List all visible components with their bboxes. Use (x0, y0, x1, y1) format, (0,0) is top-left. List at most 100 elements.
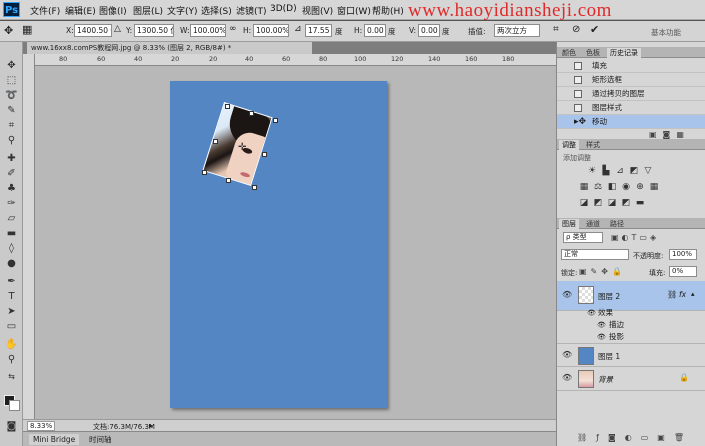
transform-handle[interactable] (226, 178, 231, 183)
history-item-selected[interactable]: ▸✥ 移动 (557, 115, 705, 129)
fx-badge[interactable]: fx (679, 290, 686, 299)
menu-type[interactable]: 文字(Y) (167, 4, 198, 17)
document-canvas[interactable] (170, 81, 387, 408)
swap-colors-icon[interactable]: ⇆ (4, 370, 19, 383)
visibility-eye-icon[interactable]: 👁 (562, 350, 572, 359)
clone-stamp-tool-icon[interactable]: ♣ (4, 182, 19, 195)
tab-history[interactable]: 历史记录 (607, 48, 641, 58)
layer-row[interactable]: 👁 图层 1 (557, 343, 705, 367)
expand-effects-icon[interactable]: ▴ (691, 290, 695, 298)
quick-select-tool-icon[interactable]: ✎ (4, 104, 19, 117)
interpolation-select[interactable]: 两次立方 (494, 24, 540, 37)
history-item[interactable]: 通过拷贝的图层 (557, 87, 705, 101)
brush-tool-icon[interactable]: ✐ (4, 167, 19, 180)
effect-eye-icon[interactable]: 👁 (597, 319, 606, 331)
effects-row[interactable]: 👁 效果 (557, 307, 705, 319)
lasso-tool-icon[interactable]: ➰ (4, 89, 19, 102)
channel-mixer-icon[interactable]: ⊕ (635, 183, 645, 192)
eyedropper-tool-icon[interactable]: ⚲ (4, 134, 19, 147)
curves-icon[interactable]: ⊿ (615, 167, 625, 176)
crop-tool-icon[interactable]: ⌗ (4, 119, 19, 132)
tab-adjustments[interactable]: 调整 (559, 140, 579, 150)
transform-handle[interactable] (262, 152, 267, 157)
angle-input[interactable]: 17.55 (305, 24, 332, 37)
path-select-tool-icon[interactable]: ➤ (4, 305, 19, 318)
healing-brush-tool-icon[interactable]: ✚ (4, 152, 19, 165)
transform-handle[interactable] (202, 170, 207, 175)
layer-name[interactable]: 图层 1 (598, 351, 620, 362)
x-input[interactable]: 1400.50 像 (74, 24, 112, 37)
layers-footer-icons[interactable]: ⛓ƒ◙◐▭▣🗑 (577, 433, 693, 442)
effect-shadow-row[interactable]: 👁 投影 (557, 331, 705, 343)
workspace-switcher[interactable]: 基本功能 (651, 27, 681, 38)
history-footer-icons[interactable]: ▣◙▦ (649, 130, 690, 139)
layer-filter-select[interactable]: ρ 类型 (563, 232, 603, 243)
transform-handle[interactable] (213, 139, 218, 144)
menu-3d[interactable]: 3D(D) (270, 4, 297, 14)
reference-point-icon[interactable]: ▦ (22, 23, 32, 36)
gradient-tool-icon[interactable]: ▬ (4, 227, 19, 240)
menu-view[interactable]: 视图(V) (302, 4, 333, 17)
history-brush-tool-icon[interactable]: ✑ (4, 197, 19, 210)
gradient-map-icon[interactable]: ▬ (635, 199, 645, 208)
tab-mini-bridge[interactable]: Mini Bridge (29, 434, 80, 445)
w-input[interactable]: 100.00% (190, 24, 226, 37)
transform-handle[interactable] (252, 185, 257, 190)
effect-eye-icon[interactable]: 👁 (597, 331, 606, 343)
menu-filter[interactable]: 滤镜(T) (236, 4, 267, 17)
vskew-input[interactable]: 0.00 (418, 24, 440, 37)
hand-tool-icon[interactable]: ✋ (4, 338, 19, 351)
menu-help[interactable]: 帮助(H) (372, 4, 404, 17)
tab-styles[interactable]: 样式 (583, 140, 603, 150)
marquee-tool-icon[interactable]: ⬚ (4, 74, 19, 87)
type-tool-icon[interactable]: T (4, 290, 19, 303)
cancel-transform-icon[interactable]: ⊘ (572, 24, 580, 35)
dodge-tool-icon[interactable]: ● (4, 257, 19, 270)
y-input[interactable]: 1300.50 像 (134, 24, 174, 37)
brightness-icon[interactable]: ☀ (587, 167, 597, 176)
zoom-tool-icon[interactable]: ⚲ (4, 353, 19, 366)
commit-transform-icon[interactable]: ✔ (590, 23, 599, 36)
menu-layer[interactable]: 图层(L) (133, 4, 163, 17)
link-icon[interactable]: ∞ (229, 24, 237, 34)
transform-handle[interactable] (273, 118, 278, 123)
fill-input[interactable]: 0% (669, 266, 697, 277)
layer-filter-icons[interactable]: ▣◐T▭◈ (611, 233, 659, 242)
lock-icons[interactable]: ▣✎✥🔒 (579, 267, 626, 276)
balance-icon[interactable]: ⚖ (593, 183, 603, 192)
opacity-input[interactable]: 100% (669, 249, 697, 260)
color-lookup-icon[interactable]: ▦ (649, 183, 659, 192)
menu-select[interactable]: 选择(S) (201, 4, 232, 17)
visibility-eye-icon[interactable]: 👁 (562, 373, 572, 382)
vibrance-icon[interactable]: ▽ (643, 167, 653, 176)
tab-layers[interactable]: 图层 (559, 219, 579, 229)
menu-window[interactable]: 窗口(W) (337, 4, 371, 17)
exposure-icon[interactable]: ◩ (629, 167, 639, 176)
photo-filter-icon[interactable]: ◉ (621, 183, 631, 192)
history-item[interactable]: 图层样式 (557, 101, 705, 115)
transform-handle[interactable] (225, 104, 230, 109)
visibility-eye-icon[interactable]: 👁 (562, 290, 572, 299)
effect-stroke-row[interactable]: 👁 描边 (557, 319, 705, 331)
tab-swatches[interactable]: 色板 (583, 48, 603, 58)
menu-edit[interactable]: 编辑(E) (65, 4, 96, 17)
tab-paths[interactable]: 路径 (607, 219, 627, 229)
warp-icon[interactable]: ⌗ (553, 24, 559, 35)
transform-handle[interactable] (249, 111, 254, 116)
layer-row[interactable]: 👁 背景 🔒 (557, 367, 705, 391)
hskew-input[interactable]: 0.00 (364, 24, 386, 37)
delta-icon[interactable]: △ (114, 24, 121, 34)
menu-image[interactable]: 图像(I) (99, 4, 127, 17)
history-item[interactable]: 填充 (557, 59, 705, 73)
eraser-tool-icon[interactable]: ▱ (4, 212, 19, 225)
document-tab[interactable]: www.16xx8.comPS教程网.jpg @ 8.33% (图层 2, RG… (27, 42, 312, 54)
threshold-icon[interactable]: ◪ (607, 199, 617, 208)
pen-tool-icon[interactable]: ✒ (4, 275, 19, 288)
move-tool-icon[interactable]: ✥ (4, 59, 19, 72)
blend-mode-select[interactable]: 正常 (561, 249, 629, 260)
invert-icon[interactable]: ◪ (579, 199, 589, 208)
tab-timeline[interactable]: 时间轴 (85, 434, 116, 445)
menu-file[interactable]: 文件(F) (30, 4, 60, 17)
h-input[interactable]: 100.00% (253, 24, 289, 37)
zoom-level[interactable]: 8.33% (27, 421, 56, 431)
